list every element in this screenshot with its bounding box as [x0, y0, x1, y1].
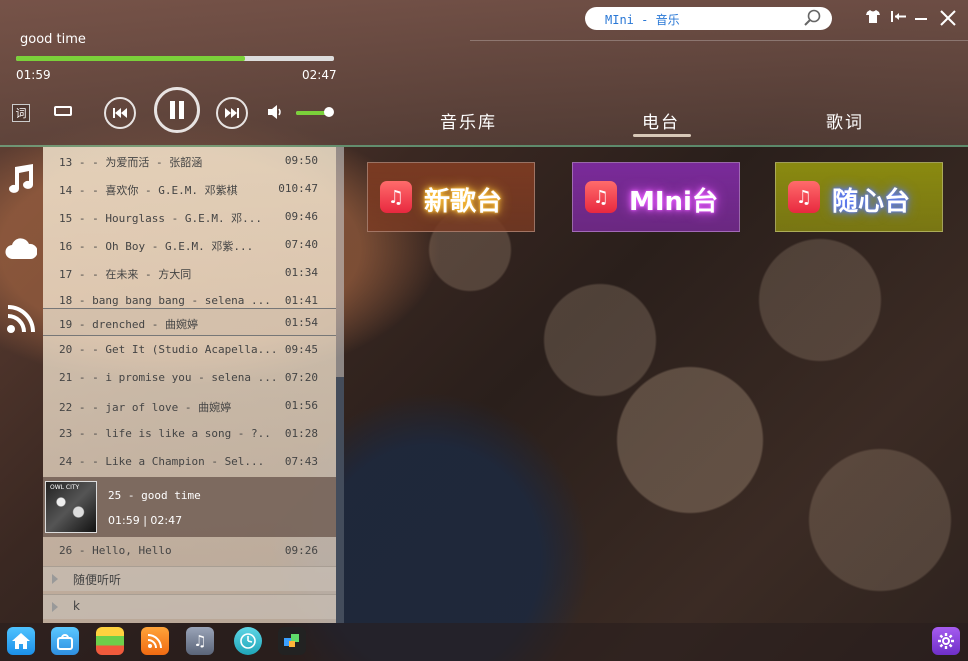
list-item[interactable]: 21 - - i promise you - selena ... 07:20: [43, 364, 336, 392]
rss-feed-icon[interactable]: [141, 627, 169, 655]
close-icon[interactable]: [940, 10, 956, 30]
radio-card-label: 新歌台: [424, 187, 503, 217]
home-icon[interactable]: [7, 627, 35, 655]
list-item[interactable]: 14 - - 喜欢你 - G.E.M. 邓紫棋 010:47: [43, 175, 336, 203]
tab-lyrics[interactable]: 歌词: [826, 108, 864, 133]
bottom-dock: ♫: [0, 623, 968, 661]
current-time: 01:59: [16, 68, 51, 82]
store-icon[interactable]: [51, 627, 79, 655]
expand-arrow-icon: [52, 602, 58, 612]
track-name: 23 - - life is like a song - ?..: [59, 427, 271, 440]
radio-card-mini[interactable]: ♫ MIni台: [572, 162, 740, 232]
music-note-icon[interactable]: [4, 162, 38, 196]
total-time: 02:47: [302, 68, 337, 82]
clock-icon[interactable]: [234, 627, 262, 655]
track-name: 19 - drenched - 曲婉婷: [59, 318, 198, 331]
track-duration: 010:47: [278, 182, 318, 195]
track-duration: 01:54: [284, 316, 318, 329]
group-label: k: [73, 599, 80, 613]
radio-card-random[interactable]: ♫ 随心台: [775, 162, 943, 232]
music-app-icon: ♫: [380, 181, 412, 213]
rss-icon[interactable]: [4, 302, 38, 336]
track-duration: 09:46: [284, 210, 318, 223]
track-name: 22 - - jar of love - 曲婉婷: [59, 401, 232, 414]
track-duration: 01:28: [284, 427, 318, 440]
track-name: 18 - bang bang bang - selena ...: [59, 294, 271, 307]
minimize-icon[interactable]: [915, 10, 927, 27]
track-duration: 09:50: [284, 154, 318, 167]
track-duration: 07:20: [284, 371, 318, 384]
list-item[interactable]: 20 - - Get It (Studio Acapella... 09:45: [43, 336, 336, 364]
track-duration: 07:43: [284, 455, 318, 468]
list-item-selected[interactable]: 19 - drenched - 曲婉婷 01:54: [43, 308, 336, 336]
list-item[interactable]: 23 - - life is like a song - ?.. 01:28: [43, 420, 336, 448]
volume-icon[interactable]: [268, 104, 286, 120]
track-name: 24 - - Like a Champion - Sel...: [59, 455, 265, 468]
volume-fill: [296, 111, 325, 115]
track-name: 13 - - 为爱而活 - 张韶涵: [59, 156, 203, 169]
expand-arrow-icon: [52, 574, 58, 584]
search-icon[interactable]: [804, 9, 822, 27]
folder-icon[interactable]: [96, 627, 124, 655]
list-item[interactable]: 13 - - 为爱而活 - 张韶涵 09:50: [43, 147, 336, 175]
top-bar: good time 01:59 02:47 词 音乐库 电台 歌词 MIni -…: [0, 0, 968, 145]
app-window: good time 01:59 02:47 词 音乐库 电台 歌词 MIni -…: [0, 0, 968, 661]
search-placeholder: MIni - 音乐: [605, 13, 680, 27]
itunes-icon[interactable]: ♫: [186, 627, 214, 655]
list-item[interactable]: 15 - - Hourglass - G.E.M. 邓... 09:46: [43, 203, 336, 231]
tab-music-library[interactable]: 音乐库: [440, 108, 497, 133]
track-name: 20 - - Get It (Studio Acapella...: [59, 343, 278, 356]
album-art: OWL CITY: [45, 481, 97, 533]
scrollbar-thumb[interactable]: [336, 377, 344, 623]
mini-mode-icon[interactable]: [891, 10, 907, 27]
gear-icon[interactable]: [932, 627, 960, 655]
radio-card-label: 随心台: [832, 187, 911, 217]
track-name: 14 - - 喜欢你 - G.E.M. 邓紫棋: [59, 184, 238, 197]
app-icon[interactable]: [278, 627, 306, 655]
progress-bar[interactable]: [16, 56, 334, 61]
list-item[interactable]: 17 - - 在未来 - 方大同 01:34: [43, 259, 336, 287]
lyric-toggle-button[interactable]: 词: [12, 104, 30, 122]
playlist-group-k[interactable]: k: [43, 594, 336, 619]
track-duration: 09:26: [284, 544, 318, 557]
track-duration: 01:56: [284, 399, 318, 412]
track-name: 15 - - Hourglass - G.E.M. 邓...: [59, 212, 263, 225]
repeat-icon[interactable]: [52, 104, 74, 118]
track-duration: 01:41: [284, 294, 318, 307]
track-name: 21 - - i promise you - selena ...: [59, 371, 278, 384]
next-track-button[interactable]: [216, 97, 248, 129]
track-name: 17 - - 在未来 - 方大同: [59, 268, 192, 281]
previous-track-button[interactable]: [104, 97, 136, 129]
radio-card-new-songs[interactable]: ♫ 新歌台: [367, 162, 535, 232]
search-input[interactable]: MIni - 音乐: [585, 7, 832, 30]
song-title: good time: [20, 32, 86, 47]
pause-button[interactable]: [154, 87, 200, 133]
track-duration: 07:40: [284, 238, 318, 251]
track-name: 16 - - Oh Boy - G.E.M. 邓紫...: [59, 240, 254, 253]
list-item[interactable]: 16 - - Oh Boy - G.E.M. 邓紫... 07:40: [43, 231, 336, 259]
volume-knob[interactable]: [324, 107, 334, 117]
track-duration: 01:34: [284, 266, 318, 279]
album-art-text: OWL CITY: [50, 484, 80, 491]
track-duration: 09:45: [284, 343, 318, 356]
list-item[interactable]: 24 - - Like a Champion - Sel... 07:43: [43, 448, 336, 476]
active-tab-indicator: [633, 134, 691, 137]
playlist-panel: 13 - - 为爱而活 - 张韶涵 09:50 14 - - 喜欢你 - G.E.…: [43, 147, 336, 623]
now-playing-item[interactable]: OWL CITY 25 - good time 01:59 | 02:47: [43, 477, 336, 537]
music-app-icon: ♫: [788, 181, 820, 213]
list-item[interactable]: 26 - Hello, Hello 09:26: [43, 537, 336, 565]
progress-fill: [16, 56, 245, 61]
now-playing-time: 01:59 | 02:47: [108, 514, 183, 527]
track-name: 26 - Hello, Hello: [59, 544, 172, 557]
list-item[interactable]: 22 - - jar of love - 曲婉婷 01:56: [43, 392, 336, 420]
group-label: 随便听听: [73, 573, 122, 587]
tab-radio[interactable]: 电台: [642, 108, 680, 133]
now-playing-title: 25 - good time: [108, 489, 201, 502]
radio-card-label: MIni台: [629, 187, 718, 217]
skin-icon[interactable]: [866, 10, 880, 27]
music-app-icon: ♫: [585, 181, 617, 213]
playlist-scrollbar[interactable]: [336, 147, 344, 623]
cloud-icon[interactable]: [4, 232, 38, 266]
playlist-group-random[interactable]: 随便听听: [43, 566, 336, 591]
